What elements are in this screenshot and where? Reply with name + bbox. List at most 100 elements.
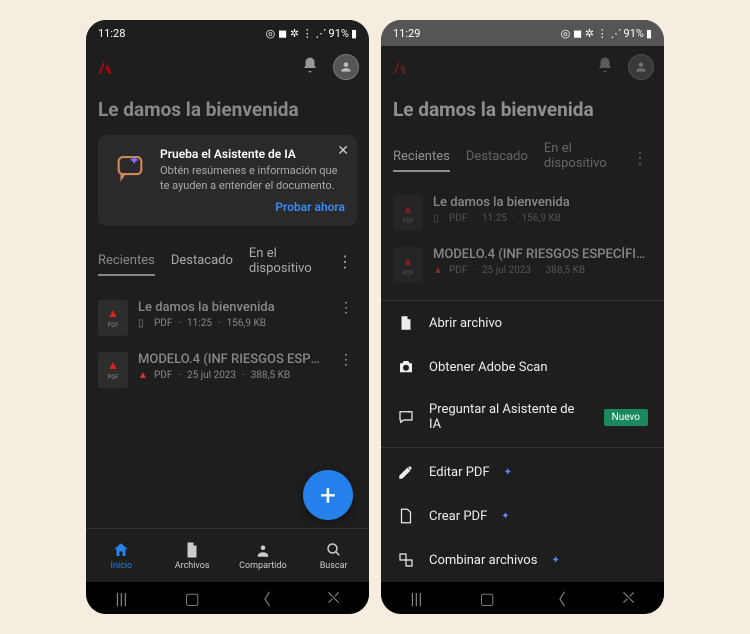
screenshot-left: 11:28 ◎ ◼ ✲ ⋮ ⋰ 91% ▮ Le damos la bienve… bbox=[86, 20, 369, 614]
sheet-obtener-scan[interactable]: Obtener Adobe Scan bbox=[381, 345, 664, 389]
appbar bbox=[86, 46, 369, 88]
pdf-icon: ▲PDF bbox=[98, 352, 128, 388]
sheet-crear-pdf[interactable]: Crear PDF ✦ bbox=[381, 494, 664, 538]
file-list: ▲PDF Le damos la bienvenida ▯ PDF · 11:2… bbox=[381, 179, 664, 299]
doc-icon bbox=[397, 507, 415, 525]
file-meta: ▲ PDF · 25 jul 2023 · 388,5 KB bbox=[433, 265, 652, 276]
appbar bbox=[381, 46, 664, 88]
tabs-overflow-icon[interactable]: ⋮ bbox=[333, 252, 357, 271]
file-name: MODELO.4 (INF RIESGOS ESPECÍFICOS MED PR… bbox=[138, 352, 325, 367]
sheet-item-label: Combinar archivos bbox=[429, 553, 537, 568]
system-nav-bar: ||| ▢ 〈 ⛌ bbox=[381, 582, 664, 614]
accessibility-button[interactable]: ⛌ bbox=[314, 588, 354, 608]
adobe-cloud-icon: ▲ bbox=[138, 370, 148, 380]
status-icons: ◎ ◼ ✲ ⋮ ⋰ 91% ▮ bbox=[561, 27, 652, 40]
home-button[interactable]: ▢ bbox=[172, 589, 212, 608]
promo-cta-link[interactable]: Probar ahora bbox=[160, 200, 345, 214]
tab-destacado[interactable]: Destacado bbox=[171, 247, 233, 276]
recents-button[interactable]: ||| bbox=[396, 589, 436, 608]
close-icon[interactable]: ✕ bbox=[337, 143, 349, 159]
home-button[interactable]: ▢ bbox=[467, 589, 507, 608]
file-name: Le damos la bienvenida bbox=[138, 300, 325, 315]
file-meta: ▯ PDF · 11:25 · 156,9 KB bbox=[138, 318, 325, 329]
adobe-logo-icon bbox=[96, 58, 114, 76]
camera-icon bbox=[397, 358, 415, 376]
tabs: Recientes Destacado En el dispositivo ⋮ bbox=[86, 240, 369, 284]
accessibility-button[interactable]: ⛌ bbox=[609, 588, 649, 608]
sheet-abrir-archivo[interactable]: Abrir archivo bbox=[381, 301, 664, 345]
tabs: Recientes Destacado En el dispositivo ⋮ bbox=[381, 135, 664, 179]
merge-icon bbox=[397, 551, 415, 569]
profile-avatar[interactable] bbox=[628, 54, 654, 80]
premium-icon: ✦ bbox=[501, 511, 509, 522]
notifications-icon[interactable] bbox=[596, 56, 614, 78]
status-icons: ◎ ◼ ✲ ⋮ ⋰ 91% ▮ bbox=[266, 27, 357, 40]
adobe-cloud-icon: ▲ bbox=[433, 266, 443, 276]
file-name: MODELO.4 (INF RIESGOS ESPECÍFICOS MED PR… bbox=[433, 247, 652, 262]
back-button[interactable]: 〈 bbox=[538, 586, 578, 610]
sheet-editar-pdf[interactable]: Editar PDF ✦ bbox=[381, 450, 664, 494]
page-title: Le damos la bienvenida bbox=[381, 88, 664, 135]
nav-inicio[interactable]: Inicio bbox=[86, 529, 157, 582]
file-item[interactable]: ▲PDF Le damos la bienvenida ▯ PDF · 11:2… bbox=[90, 292, 365, 344]
tab-recientes[interactable]: Recientes bbox=[393, 143, 450, 172]
sheet-asistente-ia[interactable]: Preguntar al Asistente de IA Nuevo bbox=[381, 389, 664, 445]
file-overflow-icon[interactable]: ⋮ bbox=[335, 352, 357, 368]
nav-label: Inicio bbox=[111, 561, 133, 571]
status-time: 11:28 bbox=[98, 27, 125, 40]
file-list: ▲PDF Le damos la bienvenida ▯ PDF · 11:2… bbox=[86, 284, 369, 404]
file-item[interactable]: ▲PDF MODELO.4 (INF RIESGOS ESPECÍFICOS M… bbox=[90, 344, 365, 396]
file-meta: ▯ PDF · 11:25 · 156,9 KB bbox=[433, 213, 652, 224]
adobe-logo-icon bbox=[391, 58, 409, 76]
fab-add-button[interactable]: + bbox=[303, 470, 353, 520]
notifications-icon[interactable] bbox=[301, 56, 319, 78]
sheet-item-label: Preguntar al Asistente de IA bbox=[429, 402, 590, 432]
file-overflow-icon[interactable]: ⋮ bbox=[335, 300, 357, 316]
tabs-overflow-icon[interactable]: ⋮ bbox=[628, 148, 652, 167]
tab-recientes[interactable]: Recientes bbox=[98, 247, 155, 276]
nav-label: Archivos bbox=[175, 561, 210, 571]
page-title: Le damos la bienvenida bbox=[86, 88, 369, 135]
file-meta: ▲ PDF · 25 jul 2023 · 388,5 KB bbox=[138, 370, 325, 381]
file-item[interactable]: ▲PDF Le damos la bienvenida ▯ PDF · 11:2… bbox=[385, 187, 660, 239]
ai-assistant-promo[interactable]: Prueba el Asistente de IA Obtén resúmene… bbox=[98, 135, 357, 226]
tab-destacado[interactable]: Destacado bbox=[466, 143, 528, 172]
system-nav-bar: ||| ▢ 〈 ⛌ bbox=[86, 582, 369, 614]
pencil-icon bbox=[397, 463, 415, 481]
sheet-item-label: Obtener Adobe Scan bbox=[429, 360, 548, 375]
badge-nuevo: Nuevo bbox=[604, 409, 648, 426]
nav-compartido[interactable]: Compartido bbox=[228, 529, 299, 582]
file-item[interactable]: ▲PDF MODELO.4 (INF RIESGOS ESPECÍFICOS M… bbox=[385, 239, 660, 291]
pdf-icon: ▲PDF bbox=[393, 195, 423, 231]
sheet-divider bbox=[381, 447, 664, 448]
promo-description: Obtén resúmenes e información que te ayu… bbox=[160, 163, 345, 194]
sheet-item-label: Crear PDF bbox=[429, 509, 487, 524]
ai-chat-icon bbox=[110, 147, 150, 187]
sheet-combinar[interactable]: Combinar archivos ✦ bbox=[381, 538, 664, 582]
statusbar: 11:28 ◎ ◼ ✲ ⋮ ⋰ 91% ▮ bbox=[86, 20, 369, 46]
profile-avatar[interactable] bbox=[333, 54, 359, 80]
premium-icon: ✦ bbox=[504, 467, 512, 478]
tab-en-el-dispositivo[interactable]: En el dispositivo bbox=[249, 240, 317, 284]
sheet-item-label: Editar PDF bbox=[429, 465, 490, 480]
device-icon: ▯ bbox=[138, 318, 148, 328]
promo-title: Prueba el Asistente de IA bbox=[160, 147, 345, 161]
file-name: Le damos la bienvenida bbox=[433, 195, 652, 210]
pdf-icon: ▲PDF bbox=[393, 247, 423, 283]
device-icon: ▯ bbox=[433, 214, 443, 224]
nav-archivos[interactable]: Archivos bbox=[157, 529, 228, 582]
nav-label: Buscar bbox=[320, 561, 348, 571]
back-button[interactable]: 〈 bbox=[243, 586, 283, 610]
pdf-icon: ▲PDF bbox=[98, 300, 128, 336]
chat-icon bbox=[397, 408, 415, 426]
nav-label: Compartido bbox=[239, 561, 286, 571]
status-battery: 91% bbox=[624, 27, 644, 40]
bottom-nav: Inicio Archivos Compartido Buscar bbox=[86, 528, 369, 582]
tab-en-el-dispositivo[interactable]: En el dispositivo bbox=[544, 135, 612, 179]
file-icon bbox=[397, 314, 415, 332]
screenshot-right: 11:29 ◎ ◼ ✲ ⋮ ⋰ 91% ▮ Le damos la bienve… bbox=[381, 20, 664, 614]
premium-icon: ✦ bbox=[551, 555, 559, 566]
nav-buscar[interactable]: Buscar bbox=[298, 529, 369, 582]
statusbar: 11:29 ◎ ◼ ✲ ⋮ ⋰ 91% ▮ bbox=[381, 20, 664, 46]
recents-button[interactable]: ||| bbox=[101, 589, 141, 608]
